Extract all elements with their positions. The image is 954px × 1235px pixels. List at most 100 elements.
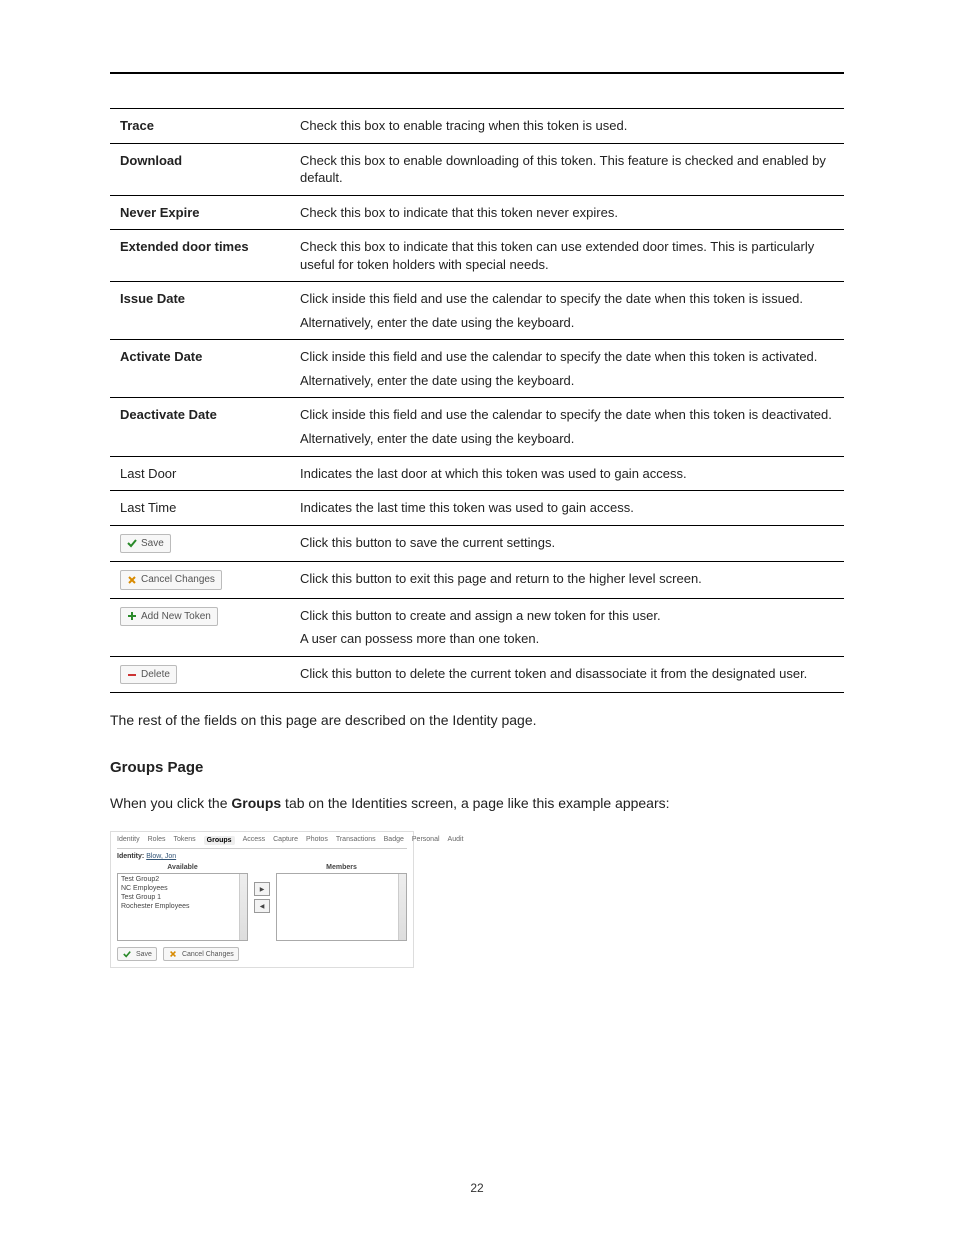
description-paragraph: Indicates the last time this token was u…	[300, 499, 834, 517]
screenshot-tab: Transactions	[336, 836, 376, 845]
description-paragraph: Alternatively, enter the date using the …	[300, 314, 834, 332]
table-row: Add New Token Click this button to create…	[110, 598, 844, 656]
table-row-label: Never Expire	[110, 195, 290, 230]
table-row-label: Trace	[110, 109, 290, 144]
screenshot-tab: Roles	[148, 836, 166, 845]
scrollbar	[398, 874, 406, 940]
screenshot-identity-link: Blow, Jon	[146, 853, 176, 860]
cancel-icon	[127, 575, 137, 585]
groups-screenshot: IdentityRolesTokensGroupsAccessCapturePh…	[110, 831, 414, 968]
body-after-table: The rest of the fields on this page are …	[110, 711, 844, 731]
table-row-description: Indicates the last time this token was u…	[290, 491, 844, 526]
screenshot-available-title: Available	[117, 864, 248, 871]
description-paragraph: Check this box to enable tracing when th…	[300, 117, 834, 135]
screenshot-tabs: IdentityRolesTokensGroupsAccessCapturePh…	[117, 836, 407, 849]
table-row: Download Check this box to enable downloa…	[110, 143, 844, 195]
screenshot-tab: Audit	[448, 836, 464, 845]
screenshot-tab: Photos	[306, 836, 328, 845]
table-row-description: Click this button to create and assign a…	[290, 598, 844, 656]
screenshot-cancel-button: Cancel Changes	[163, 947, 239, 961]
table-row: Extended door times Check this box to ind…	[110, 230, 844, 282]
description-paragraph: A user can possess more than one token.	[300, 630, 834, 648]
table-row: Deactivate Date Click inside this field a…	[110, 398, 844, 456]
groups-intro-bold: Groups	[231, 795, 281, 811]
section-heading-groups: Groups Page	[110, 759, 844, 776]
groups-intro-prefix: When you click the	[110, 795, 231, 811]
table-row-label: Add New Token	[110, 598, 290, 656]
description-paragraph: Check this box to indicate that this tok…	[300, 238, 834, 273]
table-row-description: Click this button to save the current se…	[290, 525, 844, 562]
groups-intro: When you click the Groups tab on the Ide…	[110, 794, 844, 814]
table-row-label: Last Time	[110, 491, 290, 526]
screenshot-transfer-arrows: ▶ ◀	[254, 882, 270, 913]
move-left-button: ◀	[254, 899, 270, 913]
screenshot-tab: Access	[243, 836, 266, 845]
check-icon	[127, 538, 137, 548]
screenshot-tab: Personal	[412, 836, 440, 845]
table-row-label: Issue Date	[110, 282, 290, 340]
description-paragraph: Click inside this field and use the cale…	[300, 406, 834, 424]
description-paragraph: Click this button to save the current se…	[300, 534, 834, 552]
document-page: Trace Check this box to enable tracing wh…	[0, 0, 954, 1235]
description-paragraph: Indicates the last door at which this to…	[300, 465, 834, 483]
list-item: Test Group2	[121, 876, 244, 885]
screenshot-available-listbox: Test Group2NC EmployeesTest Group 1Roche…	[117, 873, 248, 941]
table-row: Delete Click this button to delete the cu…	[110, 656, 844, 693]
screenshot-footer-buttons: Save Cancel Changes	[117, 947, 407, 961]
description-paragraph: Check this box to enable downloading of …	[300, 152, 834, 187]
screenshot-lists: Available Test Group2NC EmployeesTest Gr…	[117, 864, 407, 941]
description-paragraph: Click this button to delete the current …	[300, 665, 834, 683]
plus-icon	[127, 611, 137, 621]
table-row-label: Deactivate Date	[110, 398, 290, 456]
screenshot-members-column: Members	[276, 864, 407, 941]
move-right-button: ▶	[254, 882, 270, 896]
page-number: 22	[0, 1181, 954, 1195]
screenshot-save-label: Save	[136, 951, 152, 958]
table-row: Cancel ChangesClick this button to exit …	[110, 562, 844, 599]
screenshot-save-button: Save	[117, 947, 157, 961]
table-row-description: Click inside this field and use the cale…	[290, 398, 844, 456]
description-paragraph: Check this box to indicate that this tok…	[300, 204, 834, 222]
button-label: Add New Token	[141, 610, 211, 624]
table-row-description: Click this button to delete the current …	[290, 656, 844, 693]
table-row: Last Door Indicates the last door at whic…	[110, 456, 844, 491]
screenshot-tab: Capture	[273, 836, 298, 845]
table-row: Activate Date Click inside this field and…	[110, 340, 844, 398]
table-row-label: Last Door	[110, 456, 290, 491]
table-row-label: Activate Date	[110, 340, 290, 398]
description-paragraph: Click this button to exit this page and …	[300, 570, 834, 588]
list-item: Test Group 1	[121, 894, 244, 903]
table-row-description: Check this box to enable tracing when th…	[290, 109, 844, 144]
description-paragraph: Click inside this field and use the cale…	[300, 290, 834, 308]
add-new-token-button: Add New Token	[120, 607, 218, 627]
feature-table: Trace Check this box to enable tracing wh…	[110, 108, 844, 693]
table-row-description: Check this box to indicate that this tok…	[290, 230, 844, 282]
screenshot-cancel-label: Cancel Changes	[182, 951, 234, 958]
top-divider	[110, 72, 844, 74]
screenshot-members-listbox	[276, 873, 407, 941]
button-label: Delete	[141, 668, 170, 682]
minus-icon	[127, 670, 137, 680]
screenshot-tab: Identity	[117, 836, 140, 845]
description-paragraph: Click inside this field and use the cale…	[300, 348, 834, 366]
list-item: Rochester Employees	[121, 903, 244, 912]
table-row-label: Download	[110, 143, 290, 195]
check-icon	[122, 949, 132, 959]
table-row-description: Check this box to enable downloading of …	[290, 143, 844, 195]
page-content: Trace Check this box to enable tracing wh…	[110, 108, 844, 968]
save-button: Save	[120, 534, 171, 554]
screenshot-identity-row: Identity: Blow, Jon	[117, 853, 407, 860]
delete-button: Delete	[120, 665, 177, 685]
screenshot-tab: Groups	[204, 836, 235, 845]
table-row-label: Extended door times	[110, 230, 290, 282]
table-row-label: Delete	[110, 656, 290, 693]
screenshot-members-title: Members	[276, 864, 407, 871]
table-row-description: Click inside this field and use the cale…	[290, 282, 844, 340]
table-row-description: Check this box to indicate that this tok…	[290, 195, 844, 230]
scrollbar	[239, 874, 247, 940]
description-paragraph: Alternatively, enter the date using the …	[300, 372, 834, 390]
table-row: Trace Check this box to enable tracing wh…	[110, 109, 844, 144]
description-paragraph: Click this button to create and assign a…	[300, 607, 834, 625]
description-paragraph: Alternatively, enter the date using the …	[300, 430, 834, 448]
button-label: Save	[141, 537, 164, 551]
